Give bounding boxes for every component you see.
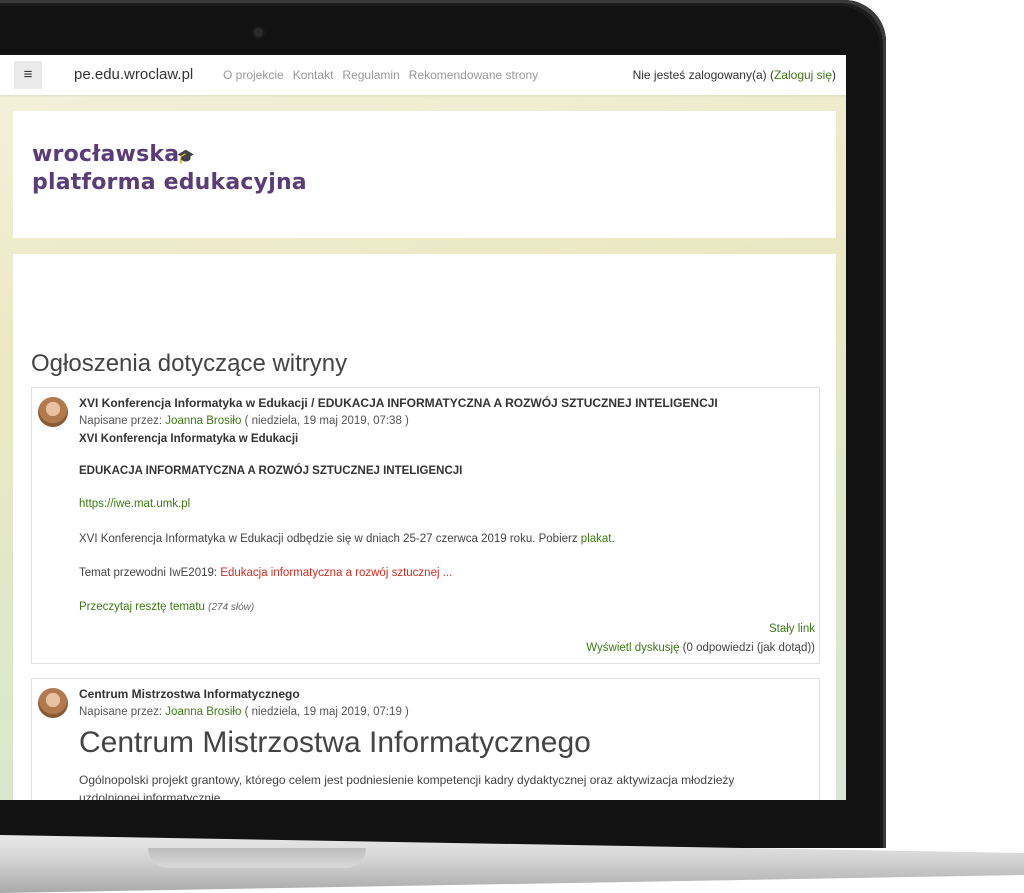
browser-screen: ≡ pe.edu.wroclaw.pl O projekcie Kontakt … [0,55,846,800]
hamburger-menu-icon[interactable]: ≡ [14,61,42,89]
login-link[interactable]: Zaloguj się [774,68,832,82]
post-url-link[interactable]: https://iwe.mat.umk.pl [79,498,190,510]
byline-prefix: Napisane przez: [79,415,166,427]
read-more-link[interactable]: Przeczytaj resztę tematu [79,601,205,613]
nav-links: O projekcie Kontakt Regulamin Rekomendow… [223,68,538,82]
byline-prefix: Napisane przez: [79,706,166,718]
post-byline: Napisane przez: Joanna Brosiło ( niedzie… [79,706,409,718]
main-content: Ogłoszenia dotyczące witryny XVI Konfere… [13,254,836,800]
post-paragraph: XVI Konferencja Informatyka w Edukacji o… [79,533,615,545]
author-avatar[interactable] [38,688,68,718]
nav-link-o-projekcie[interactable]: O projekcie [223,68,284,82]
post-theme: Temat przewodni IwE2019: Edukacja inform… [79,567,452,579]
post-big-heading: Centrum Mistrzostwa Informatycznego [79,726,591,759]
login-status-text: Nie jesteś zalogowany(a) ( [632,68,774,82]
top-navbar: ≡ pe.edu.wroclaw.pl O projekcie Kontakt … [0,55,846,95]
discussion-link[interactable]: Wyświetl dyskusję [586,642,679,654]
logo-line1: wrocławska [32,142,180,167]
post-date: ( niedziela, 19 maj 2019, 07:38 ) [241,415,409,427]
post-heading-1: XVI Konferencja Informatyka w Edukacji [79,433,299,445]
logo-line2: platforma edukacyjna [32,170,307,195]
nav-link-regulamin[interactable]: Regulamin [342,68,399,82]
site-brand-link[interactable]: pe.edu.wroclaw.pl [74,66,193,83]
site-header: wrocławska🎓 platforma edukacyjna [13,111,836,238]
forum-post: Centrum Mistrzostwa Informatycznego Napi… [31,678,820,800]
word-count: (274 słów) [208,602,255,613]
read-more: Przeczytaj resztę tematu (274 słów) [79,601,254,613]
post-paragraph-continued: uzdolnionej informatycznie. [79,791,224,800]
author-link[interactable]: Joanna Brosiło [165,415,241,427]
nav-link-rekomendowane[interactable]: Rekomendowane strony [409,68,538,82]
post-paragraph: Ogólnopolski projekt grantowy, którego c… [79,773,735,787]
login-status: Nie jesteś zalogowany(a) (Zaloguj się) [633,68,836,82]
site-logo[interactable]: wrocławska🎓 platforma edukacyjna [32,142,307,195]
discussion-count: (0 odpowiedzi (jak dotąd)) [679,642,815,654]
author-avatar[interactable] [38,397,68,427]
theme-label: Temat przewodni IwE2019: [79,567,221,579]
login-status-close: ) [832,68,836,82]
post-byline: Napisane przez: Joanna Brosiło ( niedzie… [79,415,409,427]
paragraph-text: XVI Konferencja Informatyka w Edukacji o… [79,533,581,545]
post-date: ( niedziela, 19 maj 2019, 07:19 ) [241,706,409,718]
poster-link[interactable]: plakat [581,533,612,545]
nav-link-kontakt[interactable]: Kontakt [293,68,334,82]
permalink-link[interactable]: Stały link [769,623,815,635]
author-link[interactable]: Joanna Brosiło [165,706,241,718]
paragraph-end: . [611,533,615,545]
forum-post: XVI Konferencja Informatyka w Edukacji /… [31,387,820,664]
post-subject: XVI Konferencja Informatyka w Edukacji /… [79,396,718,410]
section-title: Ogłoszenia dotyczące witryny [31,350,348,377]
discussion-info: Wyświetl dyskusję (0 odpowiedzi (jak dot… [586,642,815,654]
webcam-icon [254,28,263,37]
post-subject: Centrum Mistrzostwa Informatycznego [79,687,300,701]
graduation-cap-icon: 🎓 [177,149,195,165]
theme-link[interactable]: Edukacja informatyczna a rozwój sztuczne… [220,567,452,579]
laptop-hinge-notch [148,848,366,868]
post-heading-2: EDUKACJA INFORMATYCZNA A ROZWÓJ SZTUCZNE… [79,465,463,477]
